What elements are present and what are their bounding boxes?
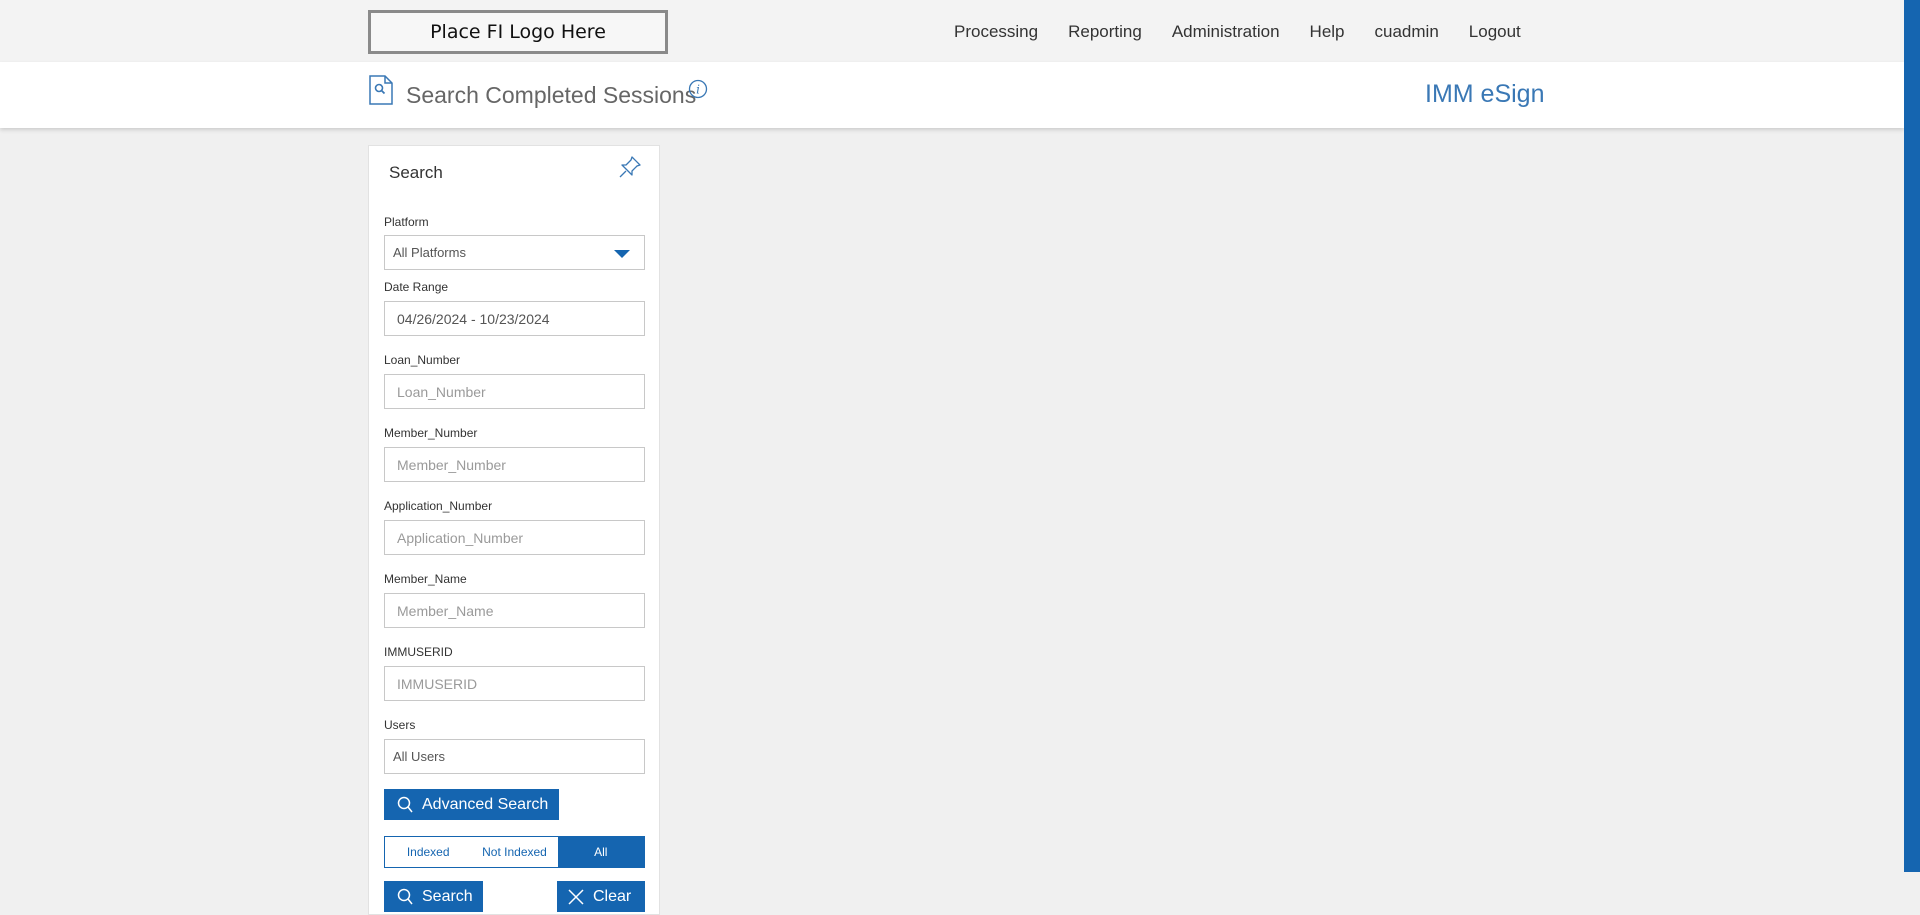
app-name: IMM eSign (1425, 80, 1545, 108)
chevron-down-icon (614, 250, 630, 258)
page-header: Search Completed Sessions i IMM eSign (0, 62, 1904, 128)
nav-logout[interactable]: Logout (1469, 22, 1521, 42)
nav-processing[interactable]: Processing (954, 22, 1038, 42)
search-panel: Search Platform All Platforms Date Range… (368, 145, 660, 915)
toggle-not-indexed[interactable]: Not Indexed (471, 837, 557, 867)
member-name-label: Member_Name (384, 572, 467, 586)
member-number-label: Member_Number (384, 426, 478, 440)
users-select[interactable]: All Users (384, 739, 645, 774)
nav-help[interactable]: Help (1310, 22, 1345, 42)
toggle-indexed[interactable]: Indexed (385, 837, 471, 867)
scrollbar-accent[interactable] (1904, 0, 1920, 872)
application-number-input[interactable] (384, 520, 645, 555)
search-button[interactable]: Search (384, 881, 483, 912)
users-value: All Users (393, 749, 446, 764)
nav-administration[interactable]: Administration (1172, 22, 1280, 42)
top-nav-bar: Place FI Logo Here Processing Reporting … (0, 0, 1904, 62)
pin-icon[interactable] (617, 154, 643, 180)
platform-label: Platform (384, 215, 429, 229)
platform-select[interactable]: All Platforms (384, 235, 645, 270)
platform-value: All Platforms (393, 245, 466, 260)
loan-number-input[interactable] (384, 374, 645, 409)
date-range-label: Date Range (384, 280, 449, 294)
member-name-input[interactable] (384, 593, 645, 628)
clear-button-label: Clear (593, 887, 632, 905)
search-document-icon (369, 75, 393, 105)
advanced-search-button[interactable]: Advanced Search (384, 789, 559, 820)
fi-logo-placeholder[interactable]: Place FI Logo Here (368, 10, 668, 54)
svg-text:i: i (696, 83, 700, 97)
immuserid-label: IMMUSERID (384, 645, 453, 659)
nav-reporting[interactable]: Reporting (1068, 22, 1142, 42)
immuserid-input[interactable] (384, 666, 645, 701)
loan-number-label: Loan_Number (384, 353, 461, 367)
search-panel-title: Search (389, 163, 443, 182)
close-icon (568, 888, 584, 905)
date-range-input[interactable] (384, 301, 645, 336)
users-label: Users (384, 718, 416, 732)
search-button-label: Search (422, 887, 473, 905)
search-icon (397, 796, 413, 812)
member-number-input[interactable] (384, 447, 645, 482)
toggle-all[interactable]: All (557, 837, 644, 867)
main-nav: Processing Reporting Administration Help… (954, 22, 1551, 42)
search-icon (397, 888, 413, 904)
clear-button[interactable]: Clear (557, 881, 645, 912)
info-icon[interactable]: i (688, 79, 708, 99)
nav-user[interactable]: cuadmin (1375, 22, 1439, 42)
application-number-label: Application_Number (384, 499, 493, 513)
index-filter-toggle: Indexed Not Indexed All (384, 836, 645, 868)
page-title: Search Completed Sessions (406, 82, 697, 108)
advanced-search-label: Advanced Search (422, 795, 549, 813)
